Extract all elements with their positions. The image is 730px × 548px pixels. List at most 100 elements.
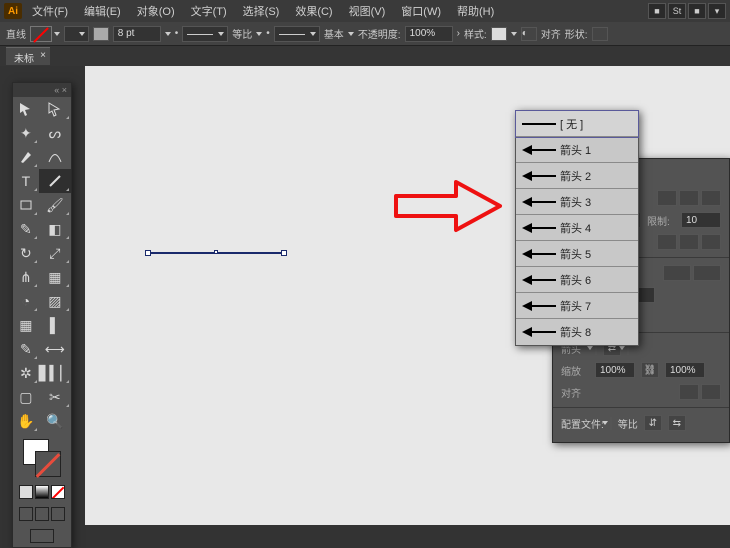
menubar-right-0[interactable]: ■ bbox=[648, 3, 666, 19]
arrowhead-option-6[interactable]: 箭头 6 bbox=[516, 267, 638, 293]
recolor-icon[interactable]: ◐ bbox=[521, 27, 537, 41]
arrow-scale-end[interactable]: 100% bbox=[665, 362, 705, 378]
symbol-sprayer-tool[interactable]: ✲ bbox=[13, 361, 39, 385]
scale-tool[interactable]: ⤢ bbox=[39, 241, 71, 265]
transform-icon[interactable] bbox=[592, 27, 608, 41]
miter-limit-input[interactable]: 10 bbox=[681, 212, 721, 228]
stroke-profile[interactable] bbox=[182, 26, 228, 42]
line-segment-tool[interactable] bbox=[39, 169, 71, 193]
menu-object[interactable]: 对象(O) bbox=[131, 1, 181, 21]
menubar-right-3[interactable]: ▾ bbox=[708, 3, 726, 19]
stroke-color-drop[interactable] bbox=[64, 26, 89, 42]
arrowhead-none-icon bbox=[516, 118, 560, 130]
selected-line[interactable] bbox=[148, 252, 284, 254]
rotate-tool[interactable]: ↻ bbox=[13, 241, 39, 265]
arrowhead-option-4[interactable]: 箭头 4 bbox=[516, 215, 638, 241]
direct-select-tool[interactable] bbox=[39, 97, 71, 121]
stroke-color[interactable] bbox=[35, 451, 61, 477]
arrow-align-end[interactable] bbox=[701, 384, 721, 400]
arrowhead-option-8[interactable]: 箭头 8 bbox=[516, 319, 638, 345]
menu-select[interactable]: 选择(S) bbox=[237, 1, 286, 21]
document-tab-title: 未标 bbox=[14, 54, 34, 65]
arrow-scale-start[interactable]: 100% bbox=[595, 362, 635, 378]
drawmode-inside[interactable] bbox=[51, 507, 65, 521]
cap-round[interactable] bbox=[679, 190, 699, 206]
menu-help[interactable]: 帮助(H) bbox=[451, 1, 500, 21]
slice-tool[interactable]: ✂ bbox=[39, 385, 71, 409]
mesh-tool[interactable]: ▦ bbox=[13, 313, 39, 337]
menubar-right-1[interactable]: St bbox=[668, 3, 686, 19]
align-outside[interactable] bbox=[701, 234, 721, 250]
arrowhead-option-none[interactable]: [ 无 ] bbox=[516, 111, 638, 137]
arrowhead-option-1[interactable]: 箭头 1 bbox=[516, 137, 638, 163]
curvature-tool[interactable] bbox=[39, 145, 71, 169]
screen-mode[interactable] bbox=[30, 529, 54, 543]
stroke-size-input[interactable]: 8 pt bbox=[113, 26, 161, 42]
fill-swatch[interactable] bbox=[30, 26, 52, 42]
graph-tool[interactable]: ▋▍▏ bbox=[39, 361, 71, 385]
type-tool[interactable]: T bbox=[13, 169, 39, 193]
menu-edit[interactable]: 编辑(E) bbox=[78, 1, 127, 21]
cap-butt[interactable] bbox=[657, 190, 677, 206]
dash-align[interactable] bbox=[693, 265, 721, 281]
flip-across[interactable]: ⇆ bbox=[668, 415, 686, 431]
menu-view[interactable]: 视图(V) bbox=[343, 1, 392, 21]
drawmode-normal[interactable] bbox=[19, 507, 33, 521]
fill-dropdown-icon[interactable] bbox=[54, 32, 60, 36]
brush-drop-icon[interactable] bbox=[348, 32, 354, 36]
arrowhead-option-5[interactable]: 箭头 5 bbox=[516, 241, 638, 267]
drawmode-behind[interactable] bbox=[35, 507, 49, 521]
link-icon[interactable] bbox=[93, 27, 109, 41]
blend-tool[interactable]: ⟷ bbox=[39, 337, 71, 361]
uniform-drop-icon[interactable] bbox=[256, 32, 262, 36]
width-tool[interactable]: ⋔ bbox=[13, 265, 39, 289]
arrowhead-option-7[interactable]: 箭头 7 bbox=[516, 293, 638, 319]
dash-preserve[interactable] bbox=[663, 265, 691, 281]
arrowhead-option-2[interactable]: 箭头 2 bbox=[516, 163, 638, 189]
arrowhead-option-3[interactable]: 箭头 3 bbox=[516, 189, 638, 215]
style-drop-icon[interactable] bbox=[511, 32, 517, 36]
profile-drop[interactable] bbox=[610, 418, 612, 429]
menu-effect[interactable]: 效果(C) bbox=[289, 1, 338, 21]
draw-normal[interactable] bbox=[19, 485, 33, 499]
zoom-tool[interactable]: 🔍 bbox=[39, 409, 71, 433]
toolbox-header[interactable]: « × bbox=[13, 83, 71, 97]
stroke-size-drop-icon[interactable] bbox=[165, 32, 171, 36]
pen-tool[interactable] bbox=[13, 145, 39, 169]
fill-stroke-control[interactable] bbox=[13, 433, 71, 481]
align-button[interactable]: 对齐 bbox=[541, 26, 561, 41]
align-inside[interactable] bbox=[679, 234, 699, 250]
eyedropper-tool[interactable]: ✎ bbox=[13, 337, 39, 361]
magic-wand-tool[interactable]: ✦ bbox=[13, 121, 39, 145]
flip-along[interactable]: ⇵ bbox=[644, 415, 662, 431]
menu-window[interactable]: 窗口(W) bbox=[395, 1, 447, 21]
collapse-icon[interactable]: « × bbox=[54, 85, 67, 95]
perspective-tool[interactable]: ▨ bbox=[39, 289, 71, 313]
gradient-tool[interactable]: ▌ bbox=[39, 313, 71, 337]
cap-square[interactable] bbox=[701, 190, 721, 206]
menu-type[interactable]: 文字(T) bbox=[185, 1, 233, 21]
brush-definition[interactable] bbox=[274, 26, 320, 42]
arrowhead-1-icon bbox=[516, 144, 560, 156]
menu-file[interactable]: 文件(F) bbox=[26, 1, 74, 21]
document-tab[interactable]: 未标 bbox=[6, 47, 50, 65]
align-center[interactable] bbox=[657, 234, 677, 250]
arrow-align-tip[interactable] bbox=[679, 384, 699, 400]
shaper-tool[interactable]: ✎ bbox=[13, 217, 39, 241]
free-transform-tool[interactable]: ▦ bbox=[39, 265, 71, 289]
rectangle-tool[interactable] bbox=[13, 193, 39, 217]
link-scale[interactable]: ⛓ bbox=[641, 362, 659, 378]
draw-gradient[interactable] bbox=[35, 485, 49, 499]
hand-tool[interactable]: ✋ bbox=[13, 409, 39, 433]
lasso-tool[interactable]: ᔕ bbox=[39, 121, 71, 145]
opacity-input[interactable]: 100% bbox=[405, 26, 453, 42]
paintbrush-tool[interactable]: 🖌 bbox=[39, 193, 71, 217]
shape-builder-tool[interactable]: ◔ bbox=[13, 289, 39, 313]
eraser-tool[interactable]: ◧ bbox=[39, 217, 71, 241]
shape-button[interactable]: 形状: bbox=[565, 26, 588, 41]
selection-tool[interactable] bbox=[13, 97, 39, 121]
style-swatch[interactable] bbox=[491, 27, 507, 41]
menubar-right-2[interactable]: ■ bbox=[688, 3, 706, 19]
draw-none[interactable] bbox=[51, 485, 65, 499]
artboard-tool[interactable]: ▢ bbox=[13, 385, 39, 409]
